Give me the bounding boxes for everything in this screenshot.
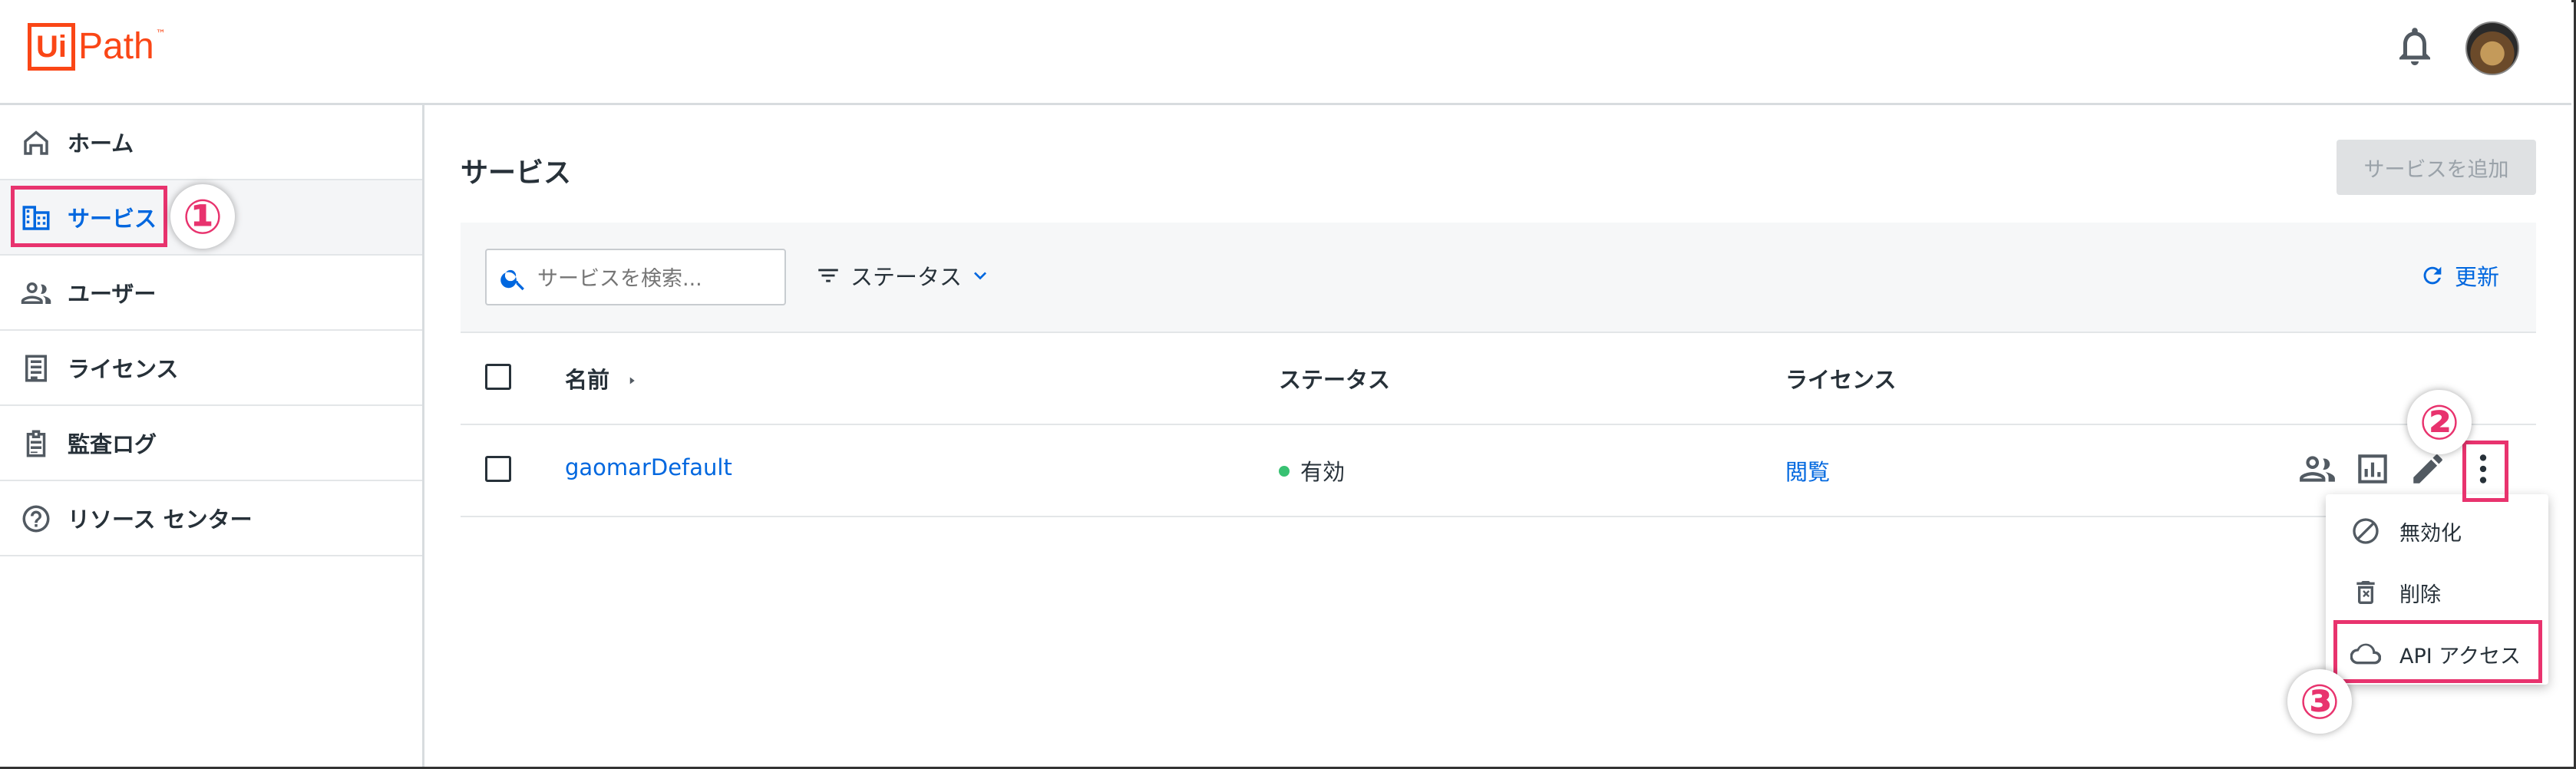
sidebar-item-label: 監査ログ <box>68 431 157 457</box>
sort-arrow-icon <box>629 377 635 384</box>
bell-icon[interactable] <box>2392 21 2438 71</box>
context-menu: 無効化 削除 API アクセス <box>2326 494 2548 685</box>
cloud-icon <box>2350 643 2381 665</box>
status-cell: 有効 <box>1279 454 1345 487</box>
sidebar-item-licenses[interactable]: ライセンス <box>0 331 422 406</box>
menu-item-api-access[interactable]: API アクセス <box>2326 623 2548 685</box>
menu-item-delete[interactable]: 削除 <box>2326 562 2548 623</box>
menu-item-label: 無効化 <box>2399 521 2462 546</box>
building-icon <box>22 206 50 230</box>
logo-trademark: ™ <box>155 28 166 40</box>
refresh-button[interactable]: 更新 <box>2419 256 2499 295</box>
chart-icon[interactable] <box>2353 450 2392 488</box>
sidebar-item-label: ユーザー <box>68 281 157 307</box>
step-3-badge: ③ <box>2287 669 2352 734</box>
license-link[interactable]: 閲覧 <box>1785 454 1830 487</box>
menu-item-label: API アクセス <box>2399 644 2521 668</box>
sidebar-item-users[interactable]: ユーザー <box>0 256 422 331</box>
services-panel: ステータス 更新 名前 ステータス ライセンス gaomarDefault 有効… <box>461 223 2536 517</box>
row-checkbox[interactable] <box>485 456 511 482</box>
add-service-button[interactable]: サービスを追加 <box>2337 140 2536 195</box>
manage-users-icon[interactable] <box>2298 450 2337 488</box>
sidebar-item-home[interactable]: ホーム <box>0 105 422 180</box>
status-filter-label: ステータス <box>850 264 963 290</box>
trash-icon <box>2356 581 2375 604</box>
toolbar: ステータス 更新 <box>461 223 2536 333</box>
sidebar-item-label: サービス <box>68 206 157 232</box>
search-icon <box>500 269 524 291</box>
step-1-badge: ① <box>170 184 235 249</box>
help-circle-icon <box>22 505 50 533</box>
block-icon <box>2353 518 2379 544</box>
sidebar-item-resource-center[interactable]: リソース センター <box>0 481 422 556</box>
step-2-badge: ② <box>2407 390 2472 454</box>
search-input[interactable] <box>536 259 777 298</box>
sidebar-item-label: ライセンス <box>68 356 179 382</box>
select-all-checkbox[interactable] <box>485 364 511 390</box>
column-header-status: ステータス <box>1279 367 1391 393</box>
menu-item-label: 削除 <box>2399 583 2441 607</box>
search-field[interactable] <box>485 249 786 305</box>
license-icon <box>25 355 47 382</box>
status-dot-icon <box>1279 466 1290 477</box>
top-bar: Ui Path ™ <box>0 0 2571 105</box>
filter-icon <box>818 269 838 282</box>
column-header-license: ライセンス <box>1785 367 1897 393</box>
page-title: サービス <box>461 157 572 189</box>
home-icon <box>24 130 48 155</box>
table-header: 名前 ステータス ライセンス <box>461 333 2536 425</box>
refresh-label: 更新 <box>2454 264 2499 290</box>
refresh-icon <box>2423 266 2442 285</box>
user-avatar[interactable] <box>2465 21 2519 75</box>
sidebar-item-label: ホーム <box>68 130 134 157</box>
edit-pencil-icon[interactable] <box>2409 450 2447 488</box>
column-header-name[interactable]: 名前 <box>565 362 639 394</box>
more-vertical-icon[interactable] <box>2464 450 2502 488</box>
menu-item-disable[interactable]: 無効化 <box>2326 500 2548 562</box>
sidebar-item-audit-logs[interactable]: 監査ログ <box>0 406 422 481</box>
status-filter[interactable]: ステータス <box>815 256 992 295</box>
column-header-label: 名前 <box>565 367 610 393</box>
sidebar-item-label: リソース センター <box>68 507 253 533</box>
logo-path-text: Path <box>78 26 154 67</box>
chevron-down-icon <box>974 272 987 280</box>
status-text: 有効 <box>1300 459 1346 485</box>
users-icon <box>21 282 51 304</box>
service-name-link[interactable]: gaomarDefault <box>565 454 732 480</box>
clipboard-icon <box>26 430 46 457</box>
logo-ui-box: Ui <box>28 23 75 71</box>
table-row: gaomarDefault 有効 閲覧 <box>461 425 2536 517</box>
uipath-logo[interactable]: Ui Path ™ <box>28 21 166 71</box>
